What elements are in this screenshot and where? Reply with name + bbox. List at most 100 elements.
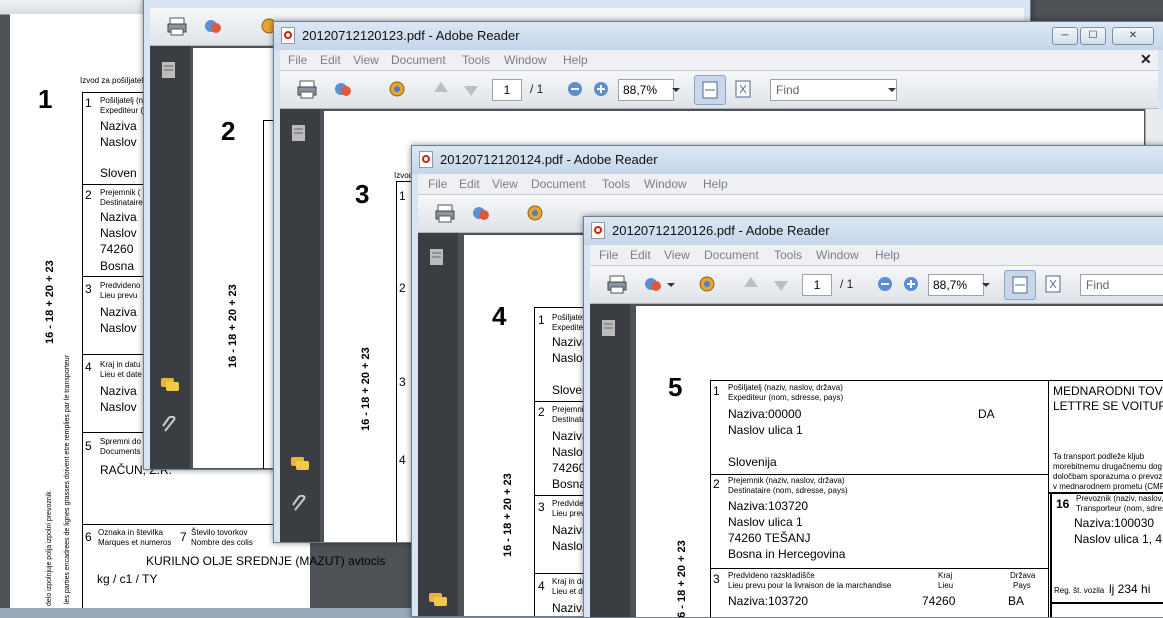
print-icon[interactable] — [434, 202, 456, 224]
minimize-button[interactable]: ─ — [1052, 27, 1078, 45]
page-number-input[interactable]: 1 — [802, 274, 832, 296]
cmr-title-fr: LETTRE SE VOITURE — [1053, 399, 1163, 413]
fit-page-icon[interactable] — [1042, 273, 1064, 295]
share-icon[interactable] — [332, 78, 354, 100]
menu-edit[interactable]: Edit — [320, 53, 341, 67]
titlebar-126[interactable]: 20120712120126.pdf - Adobe Reader — [584, 217, 1163, 245]
menu-help[interactable]: Help — [703, 177, 728, 191]
vehicle-reg-value: lj 234 hi — [1109, 582, 1151, 596]
menu-file[interactable]: File — [428, 177, 447, 191]
menu-document[interactable]: Document — [531, 177, 586, 191]
sender-label-fr: Expediteur (nom, sdresse, pays) — [728, 393, 844, 402]
fit-width-icon[interactable] — [1004, 270, 1036, 300]
vertical-code-4: 16 - 18 + 20 + 23 — [502, 473, 514, 557]
field-6-num: 6 — [85, 530, 92, 544]
field-4-name: Naziva — [100, 384, 137, 398]
titlebar-123[interactable]: 20120712120123.pdf - Adobe Reader ─ ☐ ✕ — [274, 22, 1163, 50]
menu-window[interactable]: Window — [504, 53, 547, 67]
prev-page-icon[interactable] — [430, 78, 452, 100]
pages-icon[interactable] — [160, 60, 178, 80]
zoom-out-icon[interactable] — [874, 273, 896, 295]
print-icon[interactable] — [166, 15, 188, 37]
doc-header: Izvod za pošiljatelj — [80, 76, 145, 85]
share-icon[interactable] — [202, 15, 224, 37]
attachments-icon[interactable] — [290, 494, 308, 515]
col-kraj: Kraj — [938, 571, 953, 580]
cargo-unit: kg / c1 / TY — [97, 572, 158, 586]
field-16-num: 16 — [1056, 497, 1070, 511]
menu-view[interactable]: View — [353, 53, 379, 67]
maximize-button[interactable]: ☐ — [1080, 27, 1106, 45]
scrollbar[interactable] — [1145, 109, 1163, 149]
field-2-num: 2 — [399, 281, 406, 295]
pages-icon[interactable] — [600, 318, 618, 338]
menu-help[interactable]: Help — [563, 53, 588, 67]
zoom-dropdown-icon[interactable] — [670, 78, 692, 100]
titlebar-124[interactable]: 20120712120124.pdf - Adobe Reader — [412, 146, 1163, 174]
pdf-icon — [591, 222, 605, 239]
rule — [1048, 380, 1049, 617]
next-page-icon[interactable] — [460, 78, 482, 100]
menu-edit[interactable]: Edit — [630, 248, 651, 262]
consignee-label: Prejemnik (naziv, naslov, država) — [728, 476, 845, 485]
consignee-city: 74260 TEŠANJ — [728, 531, 811, 545]
settings-icon[interactable] — [696, 273, 718, 295]
menu-edit[interactable]: Edit — [459, 177, 480, 191]
vertical-code-3: 16 - 18 + 20 + 23 — [360, 347, 372, 431]
share-dropdown-icon[interactable] — [666, 273, 676, 295]
menu-help[interactable]: Help — [875, 248, 900, 262]
col-pays: Pays — [1013, 581, 1031, 590]
menu-tools[interactable]: Tools — [774, 248, 802, 262]
close-document-icon[interactable]: ✕ — [1140, 51, 1152, 68]
print-icon[interactable] — [606, 273, 628, 295]
next-page-icon[interactable] — [770, 273, 792, 295]
menu-tools[interactable]: Tools — [462, 53, 490, 67]
zoom-dropdown-icon[interactable] — [980, 273, 1002, 295]
field-1-street: Naslov — [100, 135, 137, 149]
menu-file[interactable]: File — [288, 53, 307, 67]
field-5-label-fr: Documents — [100, 447, 141, 456]
zoom-input[interactable]: 88,7% — [928, 274, 984, 296]
rule — [710, 568, 1048, 569]
menu-view[interactable]: View — [664, 248, 690, 262]
zoom-out-icon[interactable] — [564, 78, 586, 100]
vertical-code: 16 - 18 + 20 + 23 — [44, 260, 56, 344]
comments-icon[interactable] — [428, 591, 447, 611]
field-1-num: 1 — [538, 313, 545, 327]
menu-file[interactable]: File — [599, 248, 618, 262]
col-lieu: Lieu — [938, 581, 954, 590]
fit-page-icon[interactable] — [732, 78, 754, 100]
pages-icon[interactable] — [290, 123, 308, 143]
page-number-input[interactable]: 1 — [492, 79, 522, 101]
attachments-icon[interactable] — [160, 415, 178, 436]
zoom-input[interactable]: 88,7% — [618, 79, 674, 101]
comments-icon[interactable] — [160, 376, 179, 396]
reader-window-126[interactable]: 20120712120126.pdf - Adobe Reader File E… — [583, 216, 1163, 618]
menu-document[interactable]: Document — [704, 248, 759, 262]
close-button[interactable]: ✕ — [1112, 27, 1154, 45]
consignee-street: Naslov ulica 1 — [728, 515, 803, 529]
zoom-in-icon[interactable] — [900, 273, 922, 295]
settings-icon[interactable] — [524, 202, 546, 224]
left-pane-124 — [418, 233, 458, 616]
zoom-in-icon[interactable] — [590, 78, 612, 100]
menu-window[interactable]: Window — [644, 177, 687, 191]
prev-page-icon[interactable] — [740, 273, 762, 295]
left-pane-126 — [590, 304, 630, 617]
find-dropdown-icon[interactable] — [886, 78, 908, 100]
menu-window[interactable]: Window — [816, 248, 859, 262]
share-icon[interactable] — [470, 202, 492, 224]
menu-document[interactable]: Document — [391, 53, 446, 67]
menu-tools[interactable]: Tools — [602, 177, 630, 191]
find-input[interactable]: Find — [1080, 274, 1163, 296]
menu-view[interactable]: View — [492, 177, 518, 191]
find-input[interactable]: Find — [770, 79, 897, 101]
fit-width-icon[interactable] — [694, 75, 726, 105]
pages-icon[interactable] — [428, 247, 446, 267]
delivery-name: Naziva:103720 — [728, 594, 809, 608]
comments-icon[interactable] — [290, 455, 309, 475]
print-icon[interactable] — [296, 78, 318, 100]
share-icon[interactable] — [642, 273, 664, 295]
carrier-label-fr: Transporteur (nom, sdres — [1076, 504, 1163, 513]
settings-icon[interactable] — [386, 78, 408, 100]
